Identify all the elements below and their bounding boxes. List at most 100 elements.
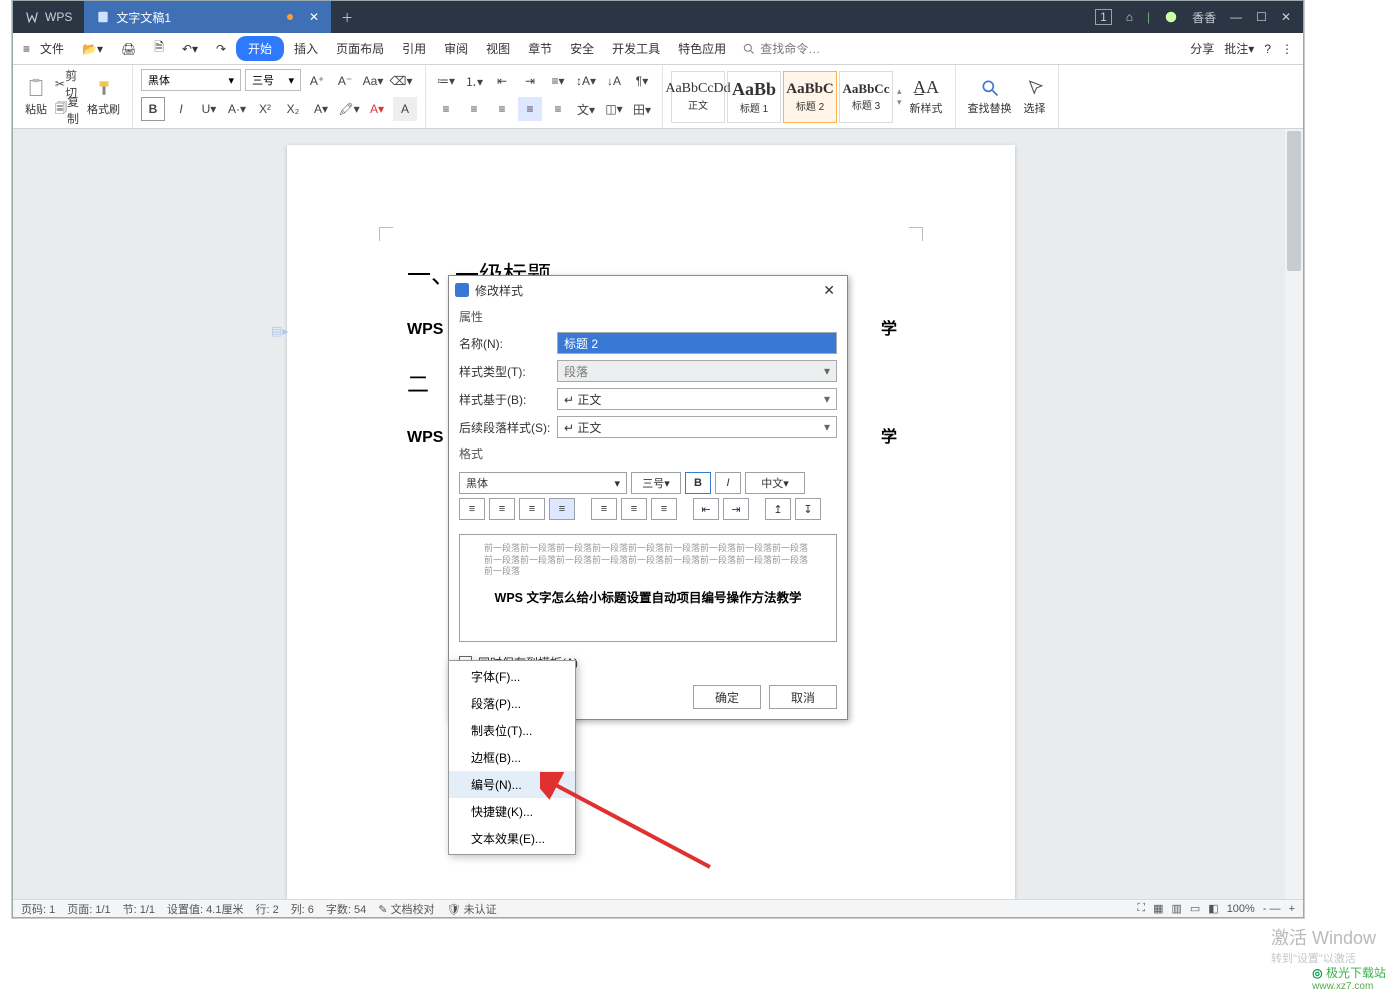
tab-featured[interactable]: 特色应用 bbox=[670, 36, 734, 61]
save-icon[interactable]: 🖨 bbox=[113, 38, 144, 60]
win-home-icon[interactable]: ⌂ bbox=[1126, 10, 1133, 24]
menu-font[interactable]: 字体(F)... bbox=[449, 663, 575, 690]
style-normal[interactable]: AaBbCcDd正文 bbox=[671, 71, 725, 123]
zoom-in-icon[interactable]: + bbox=[1289, 903, 1295, 915]
win-close-icon[interactable]: ✕ bbox=[1281, 10, 1291, 24]
view-fullscreen-icon[interactable]: ⛶ bbox=[1137, 902, 1145, 915]
select-based-on[interactable]: ↵ 正文▾ bbox=[557, 388, 837, 410]
tabstops-icon[interactable]: ≡▾ bbox=[546, 69, 570, 93]
subscript-button[interactable]: X₂ bbox=[281, 97, 305, 121]
redo-icon[interactable]: ↷ bbox=[208, 38, 234, 60]
dlg-indent-dec[interactable]: ⇤ bbox=[693, 498, 719, 520]
brand-tab[interactable]: WPS bbox=[13, 1, 84, 33]
dialog-close-icon[interactable]: ✕ bbox=[817, 282, 841, 299]
font-color-button[interactable]: A▾ bbox=[365, 97, 389, 121]
view-read-icon[interactable]: ▥ bbox=[1171, 902, 1181, 915]
tab-reference[interactable]: 引用 bbox=[394, 36, 434, 61]
zoom-value[interactable]: 100% bbox=[1227, 903, 1255, 915]
superscript-button[interactable]: X² bbox=[253, 97, 277, 121]
select-button[interactable]: 选择 bbox=[1020, 78, 1050, 116]
dlg-space-normal[interactable]: ≡ bbox=[621, 498, 647, 520]
command-search[interactable]: 查找命令… bbox=[742, 40, 820, 57]
bullets-icon[interactable]: ≔▾ bbox=[434, 69, 458, 93]
dlg-align-left[interactable]: ≡ bbox=[459, 498, 485, 520]
tab-review[interactable]: 审阅 bbox=[436, 36, 476, 61]
shrink-font-icon[interactable]: A⁻ bbox=[333, 69, 357, 93]
dlg-para-after[interactable]: ↧ bbox=[795, 498, 821, 520]
grow-font-icon[interactable]: A⁺ bbox=[305, 69, 329, 93]
vertical-scrollbar[interactable] bbox=[1285, 129, 1303, 899]
copy-button[interactable]: 🗐 复制 bbox=[55, 98, 79, 122]
align-center-icon[interactable]: ≡ bbox=[462, 97, 486, 121]
file-menu[interactable]: 文件 bbox=[32, 36, 72, 61]
italic-button[interactable]: I bbox=[169, 97, 193, 121]
undo-icon[interactable]: ↶▾ bbox=[174, 38, 206, 60]
open-icon[interactable]: 📂▾ bbox=[74, 38, 111, 60]
input-name[interactable]: 标题 2 bbox=[557, 332, 837, 354]
borders-icon[interactable]: 田▾ bbox=[630, 97, 654, 121]
tab-layout[interactable]: 页面布局 bbox=[328, 36, 392, 61]
dlg-align-justify[interactable]: ≡ bbox=[549, 498, 575, 520]
dialog-titlebar[interactable]: 修改样式 ✕ bbox=[449, 276, 847, 304]
menu-texteffect[interactable]: 文本效果(E)... bbox=[449, 825, 575, 852]
text-effect-button[interactable]: A▾ bbox=[309, 97, 333, 121]
shading-icon[interactable]: ◫▾ bbox=[602, 97, 626, 121]
tab-chapter[interactable]: 章节 bbox=[520, 36, 560, 61]
align-left-icon[interactable]: ≡ bbox=[434, 97, 458, 121]
dlg-lang-select[interactable]: 中文 ▾ bbox=[745, 472, 805, 494]
dlg-font-select[interactable]: 黑体▾ bbox=[459, 472, 627, 494]
view-outline-icon[interactable]: ◧ bbox=[1208, 902, 1218, 915]
dlg-space-loose[interactable]: ≡ bbox=[651, 498, 677, 520]
sort-icon[interactable]: ↓A bbox=[602, 69, 626, 93]
user-avatar-icon[interactable] bbox=[1164, 10, 1178, 24]
distribute-icon[interactable]: ≡ bbox=[546, 97, 570, 121]
style-gallery-more[interactable]: ▴▾ bbox=[895, 86, 904, 108]
text-direction-icon[interactable]: 文▾ bbox=[574, 97, 598, 121]
style-heading3[interactable]: AaBbCc标题 3 bbox=[839, 71, 893, 123]
share-button[interactable]: 分享 bbox=[1190, 40, 1214, 57]
status-col[interactable]: 列: 6 bbox=[291, 901, 314, 917]
showmarks-icon[interactable]: ¶▾ bbox=[630, 69, 654, 93]
font-name-select[interactable]: 黑体▾ bbox=[141, 69, 241, 91]
help-icon[interactable]: ? bbox=[1264, 42, 1271, 56]
view-print-icon[interactable]: ▦ bbox=[1153, 902, 1163, 915]
status-words[interactable]: 字数: 54 bbox=[326, 901, 366, 917]
paste-button[interactable]: 粘贴 bbox=[21, 77, 51, 117]
tab-close-icon[interactable]: ✕ bbox=[309, 10, 319, 24]
status-auth[interactable]: 🛡 未认证 bbox=[447, 901, 497, 917]
clear-format-icon[interactable]: ⌫▾ bbox=[389, 69, 413, 93]
dlg-space-tight[interactable]: ≡ bbox=[591, 498, 617, 520]
dlg-italic-button[interactable]: I bbox=[715, 472, 741, 494]
tab-insert[interactable]: 插入 bbox=[286, 36, 326, 61]
more-icon[interactable]: ⋮ bbox=[1281, 42, 1293, 56]
strike-button[interactable]: A·▾ bbox=[225, 97, 249, 121]
dlg-size-select[interactable]: 三号 ▾ bbox=[631, 472, 681, 494]
status-setval[interactable]: 设置值: 4.1厘米 bbox=[167, 901, 243, 917]
zoom-out-icon[interactable]: - — bbox=[1263, 903, 1281, 915]
comment-button[interactable]: 批注▾ bbox=[1224, 40, 1254, 57]
menu-border[interactable]: 边框(B)... bbox=[449, 744, 575, 771]
menu-hamburger-icon[interactable]: ≡ bbox=[23, 42, 30, 56]
new-style-button[interactable]: A̲A 新样式 bbox=[906, 77, 947, 116]
new-tab-button[interactable]: ＋ bbox=[331, 1, 363, 33]
view-web-icon[interactable]: ▭ bbox=[1190, 902, 1200, 915]
underline-button[interactable]: U▾ bbox=[197, 97, 221, 121]
align-justify-icon[interactable]: ≡ bbox=[518, 97, 542, 121]
bold-button[interactable]: B bbox=[141, 97, 165, 121]
font-size-select[interactable]: 三号▾ bbox=[245, 69, 301, 91]
para-handle-icon[interactable]: ▤▸ bbox=[271, 324, 288, 338]
highlight-button[interactable]: 🖍▾ bbox=[337, 97, 361, 121]
preview-icon[interactable]: 🗎 bbox=[146, 34, 172, 63]
cancel-button[interactable]: 取消 bbox=[769, 685, 837, 709]
tab-security[interactable]: 安全 bbox=[562, 36, 602, 61]
select-following[interactable]: ↵ 正文▾ bbox=[557, 416, 837, 438]
style-heading1[interactable]: AaBb标题 1 bbox=[727, 71, 781, 123]
numbering-icon[interactable]: ⒈▾ bbox=[462, 69, 486, 93]
linespace-icon[interactable]: ↕A▾ bbox=[574, 69, 598, 93]
win-min-icon[interactable]: — bbox=[1230, 10, 1242, 24]
indent-dec-icon[interactable]: ⇤ bbox=[490, 69, 514, 93]
scroll-thumb[interactable] bbox=[1287, 131, 1301, 271]
ok-button[interactable]: 确定 bbox=[693, 685, 761, 709]
align-right-icon[interactable]: ≡ bbox=[490, 97, 514, 121]
tab-start[interactable]: 开始 bbox=[236, 36, 284, 61]
